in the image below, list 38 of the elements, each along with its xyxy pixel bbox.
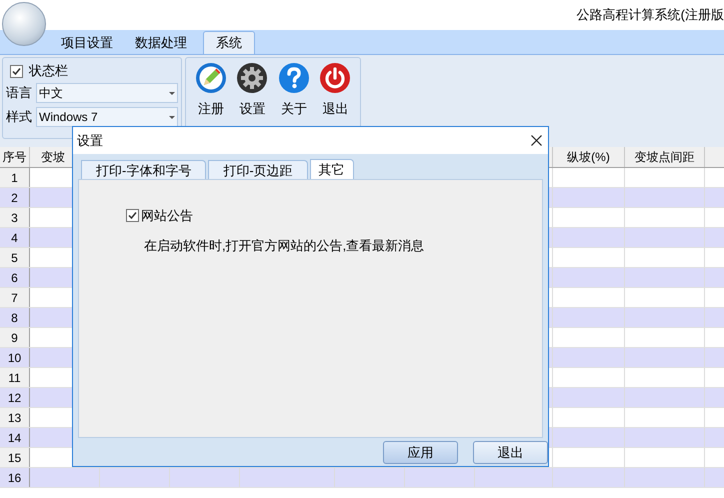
dropdown[interactable]: Windows 7 (36, 107, 178, 127)
column-header: 序号 (0, 147, 30, 167)
ribbon-tab[interactable]: 数据处理 (129, 31, 193, 54)
window-title: 公路高程计算系统(注册版 (576, 6, 724, 24)
description-text: 在启动软件时,打开官方网站的公告,查看最新消息 (144, 236, 426, 254)
row-number: 1 (0, 168, 30, 187)
checkbox-label: 网站公告 (141, 207, 193, 225)
field-label: 语言 (6, 84, 33, 102)
caret-icon (169, 92, 175, 94)
question-icon (278, 62, 310, 94)
ribbon-tab[interactable]: 项目设置 (55, 31, 119, 54)
caret-icon (169, 116, 175, 118)
dropdown[interactable]: 中文 (36, 83, 178, 103)
pencil-icon (194, 62, 227, 94)
dialog-title: 设置 (77, 132, 103, 150)
dialog-button[interactable]: 退出 (473, 441, 548, 464)
dialog-tab[interactable]: 打印-字体和字号 (81, 160, 206, 179)
row-number: 5 (0, 248, 30, 267)
dialog-button[interactable]: 应用 (383, 441, 458, 464)
row-number: 7 (0, 288, 30, 307)
row-number: 9 (0, 328, 30, 347)
column-header: 纵坡(%) (553, 147, 625, 167)
row-number: 3 (0, 208, 30, 227)
column-header: 变坡点间距 (625, 147, 705, 167)
row-number: 11 (0, 368, 30, 387)
row-number: 15 (0, 448, 30, 467)
dialog-tab[interactable]: 打印-页边距 (208, 160, 308, 179)
app-menu-button[interactable] (2, 2, 46, 46)
checkbox-label: 状态栏 (29, 62, 68, 80)
checkbox[interactable] (10, 64, 23, 78)
close-icon[interactable] (531, 135, 542, 146)
field-label: 样式 (6, 108, 33, 126)
power-icon (319, 62, 352, 94)
row-number: 13 (0, 408, 30, 427)
checkbox[interactable] (126, 209, 139, 222)
ribbon-tab[interactable]: 系统 (203, 31, 255, 54)
gear-icon (236, 62, 268, 94)
dialog-tab[interactable]: 其它 (310, 159, 354, 179)
